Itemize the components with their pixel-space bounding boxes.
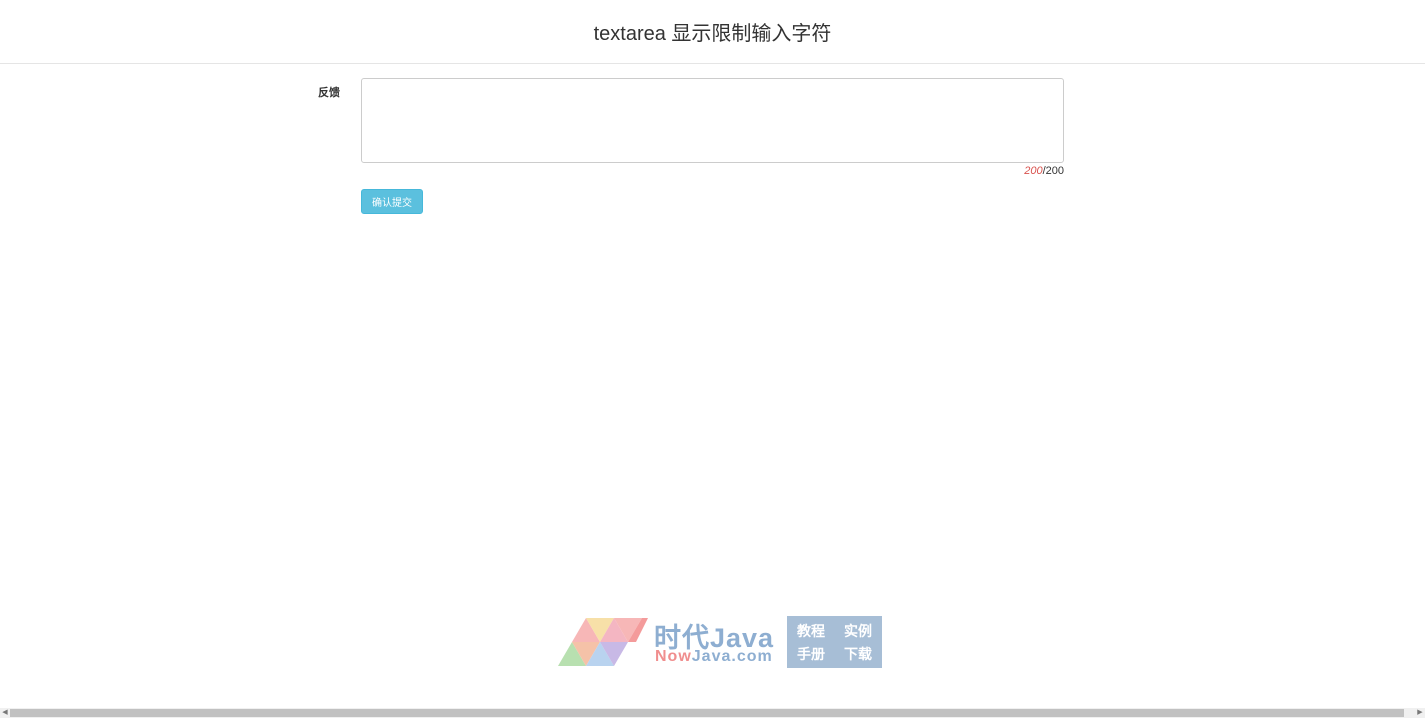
horizontal-scrollbar[interactable]: ◀ ▶ <box>0 708 1425 718</box>
char-counter-total: 200 <box>1045 165 1064 177</box>
watermark-brand-now: Now <box>655 648 692 665</box>
watermark-brand-java-com: Java.com <box>691 648 773 665</box>
char-counter: 200/200 <box>950 165 1064 177</box>
watermark: 时代Java NowJava.com 教程 实例 手册 下载 <box>558 616 882 668</box>
scroll-left-icon[interactable]: ◀ <box>0 708 10 718</box>
page-title: textarea 显示限制输入字符 <box>593 23 832 45</box>
scrollbar-thumb[interactable] <box>10 709 1404 717</box>
watermark-link-manual: 手册 <box>797 646 825 662</box>
watermark-brand-en: NowJava.com <box>655 648 773 666</box>
watermark-link-examples: 实例 <box>844 623 872 639</box>
feedback-textarea[interactable] <box>361 78 1064 163</box>
nowjava-logo-icon <box>558 618 648 666</box>
scroll-right-icon[interactable]: ▶ <box>1415 708 1425 718</box>
char-counter-remaining: 200 <box>1024 165 1043 177</box>
feedback-label: 反馈 <box>318 87 340 99</box>
submit-button[interactable]: 确认提交 <box>361 189 423 214</box>
watermark-link-tutorial: 教程 <box>797 623 825 639</box>
watermark-links-box: 教程 实例 手册 下载 <box>787 616 882 668</box>
page-header: textarea 显示限制输入字符 <box>0 0 1425 64</box>
page: textarea 显示限制输入字符 反馈 200/200 确认提交 时代Java… <box>0 0 1425 718</box>
watermark-link-download: 下载 <box>844 646 872 662</box>
